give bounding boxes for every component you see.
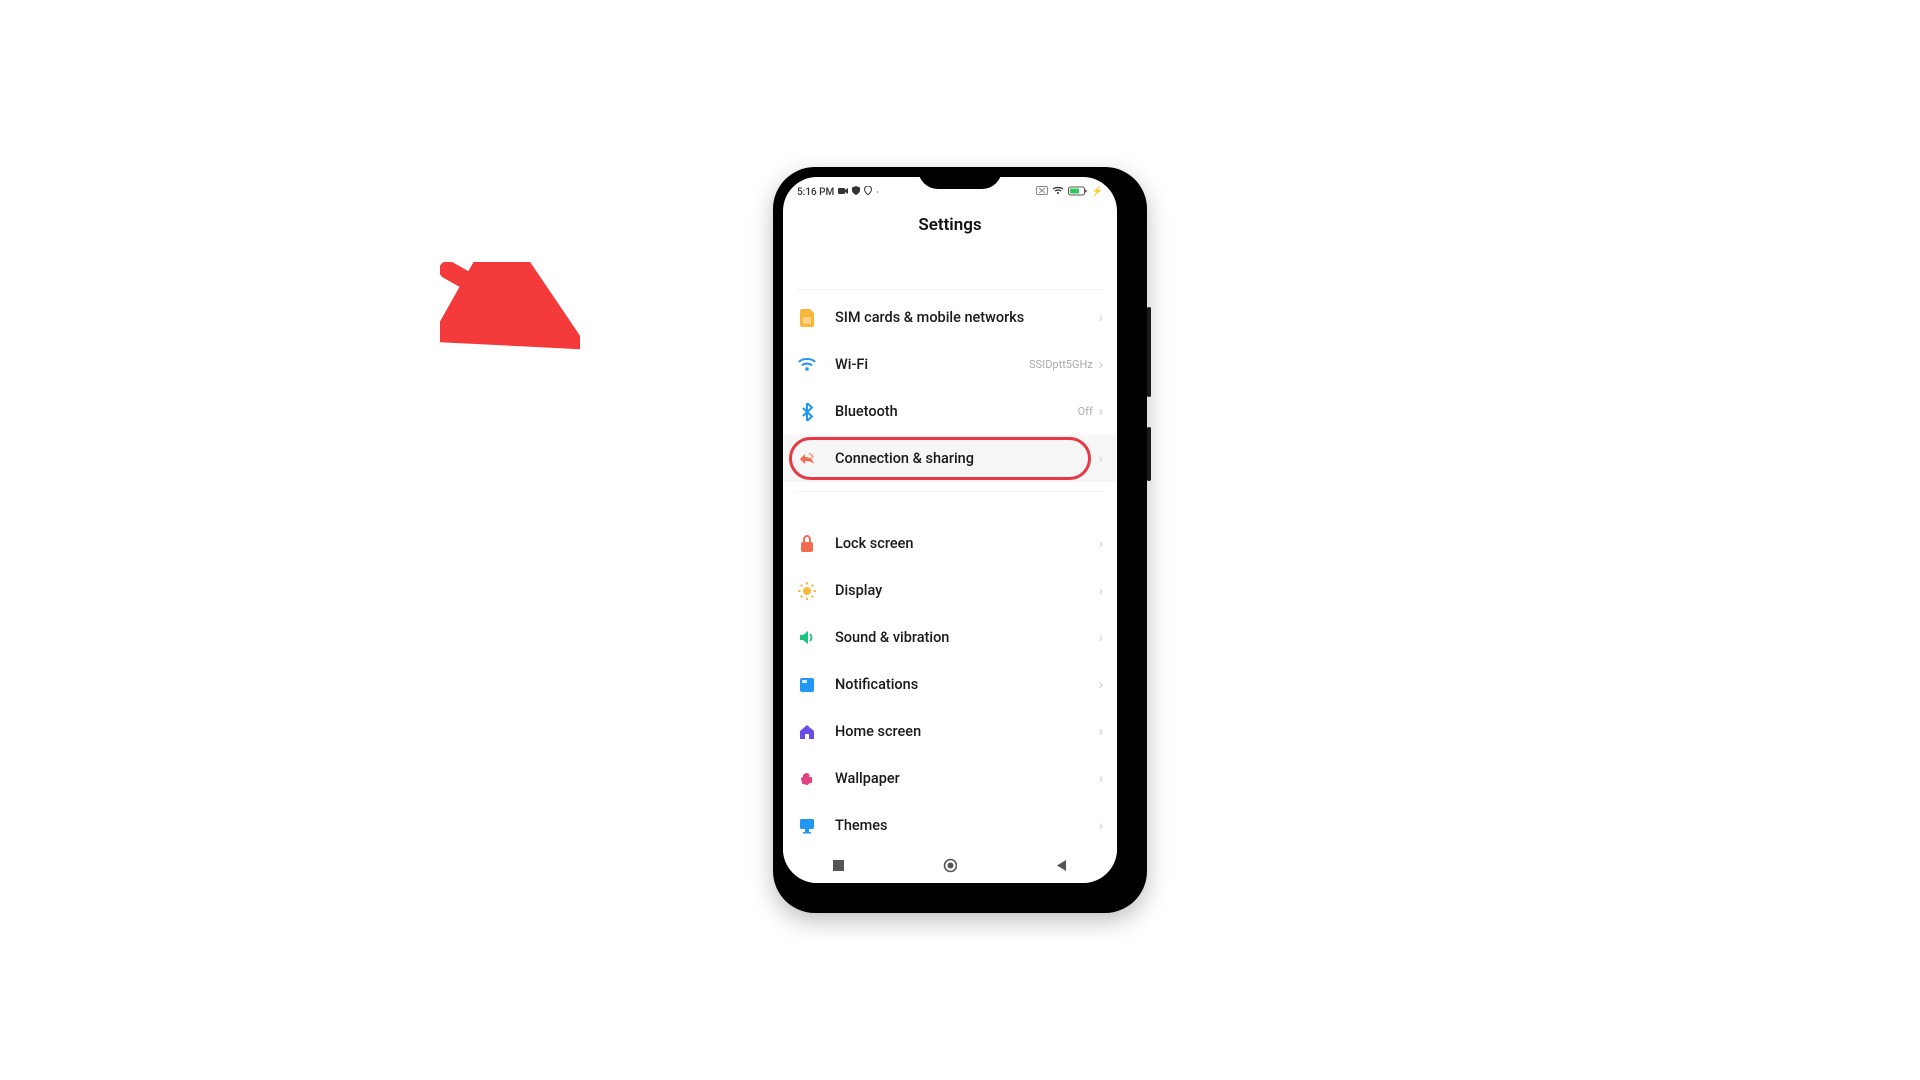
- row-bluetooth[interactable]: Bluetooth Off ›: [783, 388, 1117, 435]
- row-label: SIM cards & mobile networks: [835, 309, 1099, 326]
- row-label: Home screen: [835, 723, 1099, 740]
- lock-icon: [797, 534, 817, 554]
- row-label: Sound & vibration: [835, 629, 1099, 646]
- row-display[interactable]: Display ›: [783, 567, 1117, 614]
- row-home-screen[interactable]: Home screen ›: [783, 708, 1117, 755]
- home-icon: [797, 722, 817, 742]
- status-time: 5:16 PM: [797, 187, 834, 198]
- group-personalize: Lock screen › Display › Sound & vibratio…: [783, 506, 1117, 853]
- location-icon: [864, 186, 872, 198]
- row-label: Wi-Fi: [835, 356, 1029, 373]
- row-connection-sharing[interactable]: Connection & sharing ›: [783, 435, 1117, 482]
- nav-back[interactable]: [1054, 858, 1068, 872]
- notifications-icon: [797, 675, 817, 695]
- row-themes[interactable]: Themes ›: [783, 802, 1117, 849]
- charging-icon: ⚡: [1092, 187, 1103, 197]
- row-sim-cards[interactable]: SIM cards & mobile networks ›: [783, 294, 1117, 341]
- group-network: SIM cards & mobile networks › Wi-Fi SSID…: [783, 290, 1117, 506]
- row-notifications[interactable]: Notifications ›: [783, 661, 1117, 708]
- battery-icon: [1068, 186, 1088, 199]
- nav-bar: [783, 847, 1117, 883]
- brightness-icon: [797, 581, 817, 601]
- row-label: Wallpaper: [835, 770, 1099, 787]
- annotation-arrow: [440, 262, 580, 366]
- row-lock-screen[interactable]: Lock screen ›: [783, 520, 1117, 567]
- chevron-right-icon: ›: [1099, 358, 1103, 372]
- no-sim-icon: [1036, 186, 1048, 198]
- chevron-right-icon: ›: [1099, 405, 1103, 419]
- sound-icon: [797, 628, 817, 648]
- row-label: Bluetooth: [835, 403, 1078, 420]
- nav-recent[interactable]: [832, 858, 846, 872]
- themes-icon: [797, 816, 817, 836]
- chevron-right-icon: ›: [1099, 678, 1103, 692]
- row-wifi[interactable]: Wi-Fi SSIDptt5GHz ›: [783, 341, 1117, 388]
- dot-icon: ·: [876, 188, 878, 197]
- chevron-right-icon: ›: [1099, 537, 1103, 551]
- chevron-right-icon: ›: [1099, 819, 1103, 833]
- bluetooth-icon: [797, 402, 817, 422]
- stage: 5:16 PM · ⚡ Settings: [0, 0, 1920, 1080]
- power-button: [1147, 427, 1151, 481]
- status-bar: 5:16 PM · ⚡: [783, 177, 1117, 203]
- shield-icon: [852, 186, 860, 198]
- chevron-right-icon: ›: [1099, 452, 1103, 466]
- phone-frame: 5:16 PM · ⚡ Settings: [773, 167, 1147, 913]
- wallpaper-icon: [797, 769, 817, 789]
- row-value: Off: [1078, 405, 1093, 418]
- nav-home[interactable]: [943, 858, 957, 872]
- row-label: Notifications: [835, 676, 1099, 693]
- camera-icon: [838, 187, 848, 198]
- wifi-icon: [797, 355, 817, 375]
- status-left: 5:16 PM ·: [797, 186, 879, 198]
- row-sound[interactable]: Sound & vibration ›: [783, 614, 1117, 661]
- sharing-icon: [797, 449, 817, 469]
- page-title: Settings: [783, 203, 1117, 243]
- status-right: ⚡: [1036, 186, 1103, 199]
- chevron-right-icon: ›: [1099, 584, 1103, 598]
- settings-list[interactable]: SIM cards & mobile networks › Wi-Fi SSID…: [783, 243, 1117, 879]
- row-label: Display: [835, 582, 1099, 599]
- chevron-right-icon: ›: [1099, 631, 1103, 645]
- screen: 5:16 PM · ⚡ Settings: [783, 177, 1117, 883]
- chevron-right-icon: ›: [1099, 311, 1103, 325]
- row-wallpaper[interactable]: Wallpaper ›: [783, 755, 1117, 802]
- chevron-right-icon: ›: [1099, 772, 1103, 786]
- row-value: SSIDptt5GHz: [1029, 358, 1093, 371]
- chevron-right-icon: ›: [1099, 725, 1103, 739]
- row-label: Connection & sharing: [835, 450, 1099, 467]
- row-label: Themes: [835, 817, 1099, 834]
- volume-button: [1147, 307, 1151, 397]
- sim-icon: [797, 308, 817, 328]
- row-label: Lock screen: [835, 535, 1099, 552]
- wifi-icon: [1052, 186, 1064, 198]
- search-placeholder-region: [797, 243, 1103, 290]
